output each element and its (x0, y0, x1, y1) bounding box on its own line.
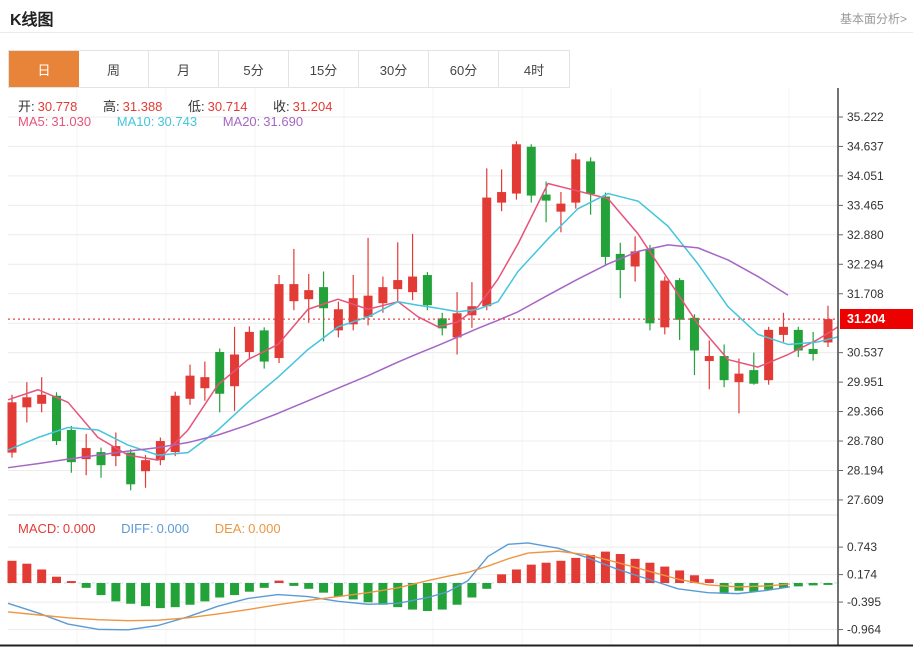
svg-text:34.051: 34.051 (847, 169, 884, 183)
ma5-value: 31.030 (51, 114, 91, 129)
macd-value: 0.000 (63, 521, 96, 536)
ma10-value: 30.743 (157, 114, 197, 129)
tab-month[interactable]: 月 (149, 51, 219, 87)
tab-30min[interactable]: 30分 (359, 51, 429, 87)
svg-text:35.222: 35.222 (847, 110, 884, 124)
tab-4hour[interactable]: 4时 (499, 51, 569, 87)
ma20-label: MA20: (223, 114, 261, 129)
macd-label: MACD: (18, 521, 60, 536)
svg-text:28.194: 28.194 (847, 464, 884, 478)
open-label: 开: (18, 99, 35, 114)
period-tab-bar: 日 周 月 5分 15分 30分 60分 4时 (8, 50, 570, 88)
low-label: 低: (188, 99, 205, 114)
close-value: 31.204 (293, 99, 333, 114)
close-label: 收: (273, 99, 290, 114)
svg-text:29.951: 29.951 (847, 375, 884, 389)
svg-text:0.743: 0.743 (847, 540, 877, 554)
tab-15min[interactable]: 15分 (289, 51, 359, 87)
svg-text:-0.395: -0.395 (847, 595, 881, 609)
ma5-label: MA5: (18, 114, 48, 129)
tab-week[interactable]: 周 (79, 51, 149, 87)
dea-label: DEA: (215, 521, 245, 536)
svg-text:32.294: 32.294 (847, 257, 884, 271)
high-label: 高: (103, 99, 120, 114)
diff-value: 0.000 (157, 521, 190, 536)
svg-text:33.465: 33.465 (847, 198, 884, 212)
ma-readout: MA5:31.030 MA10:30.743 MA20:31.690 (18, 114, 325, 129)
diff-label: DIFF: (121, 521, 154, 536)
fundamental-analysis-link[interactable]: 基本面分析> (840, 10, 907, 27)
svg-text:32.880: 32.880 (847, 228, 884, 242)
svg-text:27.609: 27.609 (847, 493, 884, 507)
ohlc-readout: 开:30.778 高:31.388 低:30.714 收:31.204 (18, 96, 354, 115)
svg-text:0.174: 0.174 (847, 568, 877, 582)
svg-text:31.708: 31.708 (847, 287, 884, 301)
current-price-tag: 31.204 (840, 309, 913, 329)
svg-text:34.637: 34.637 (847, 139, 884, 153)
macd-readout: MACD:0.000 DIFF:0.000 DEA:0.000 (18, 521, 303, 536)
tab-60min[interactable]: 60分 (429, 51, 499, 87)
svg-text:-0.964: -0.964 (847, 623, 881, 637)
page-title: K线图 (10, 6, 54, 30)
ma20-value: 31.690 (263, 114, 303, 129)
svg-text:29.366: 29.366 (847, 405, 884, 419)
high-value: 31.388 (123, 99, 163, 114)
tab-day[interactable]: 日 (9, 51, 79, 87)
svg-text:28.780: 28.780 (847, 434, 884, 448)
tab-5min[interactable]: 5分 (219, 51, 289, 87)
page-header: K线图 基本面分析> (0, 0, 913, 33)
open-value: 30.778 (38, 99, 78, 114)
svg-text:30.537: 30.537 (847, 346, 884, 360)
ma10-label: MA10: (117, 114, 155, 129)
dea-value: 0.000 (248, 521, 281, 536)
low-value: 30.714 (208, 99, 248, 114)
